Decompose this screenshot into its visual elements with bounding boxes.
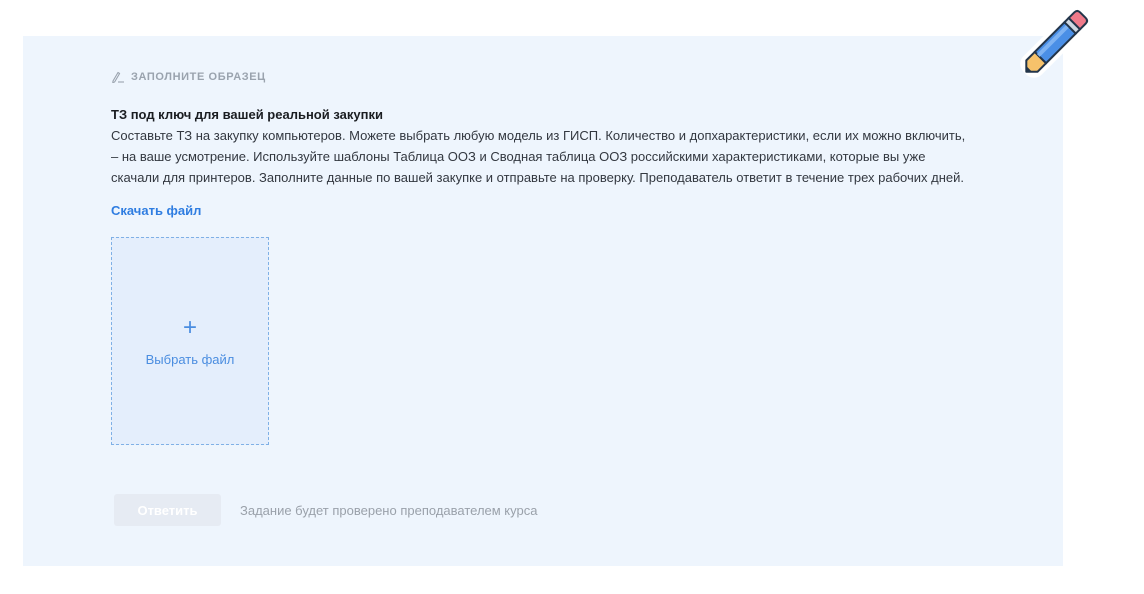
section-label: ЗАПОЛНИТЕ ОБРАЗЕЦ [111, 66, 971, 88]
file-upload-dropzone[interactable]: + Выбрать файл [111, 237, 269, 445]
submit-row: Ответить Задание будет проверено препода… [114, 494, 537, 526]
pencil-icon [1014, 2, 1098, 82]
task-description: Составьте ТЗ на закупку компьютеров. Мож… [111, 128, 966, 185]
review-note: Задание будет проверено преподавателем к… [240, 502, 538, 518]
pencil-underline-icon [111, 71, 125, 83]
assignment-content: ЗАПОЛНИТЕ ОБРАЗЕЦ ТЗ под ключ для вашей … [111, 66, 971, 445]
assignment-card: ЗАПОЛНИТЕ ОБРАЗЕЦ ТЗ под ключ для вашей … [23, 36, 1063, 566]
task-title: ТЗ под ключ для вашей реальной закупки [111, 107, 383, 122]
download-file-link[interactable]: Скачать файл [111, 203, 201, 218]
section-label-text: ЗАПОЛНИТЕ ОБРАЗЕЦ [131, 71, 266, 83]
plus-icon: + [182, 313, 197, 341]
choose-file-label: Выбрать файл [145, 351, 235, 367]
submit-button[interactable]: Ответить [114, 494, 221, 526]
